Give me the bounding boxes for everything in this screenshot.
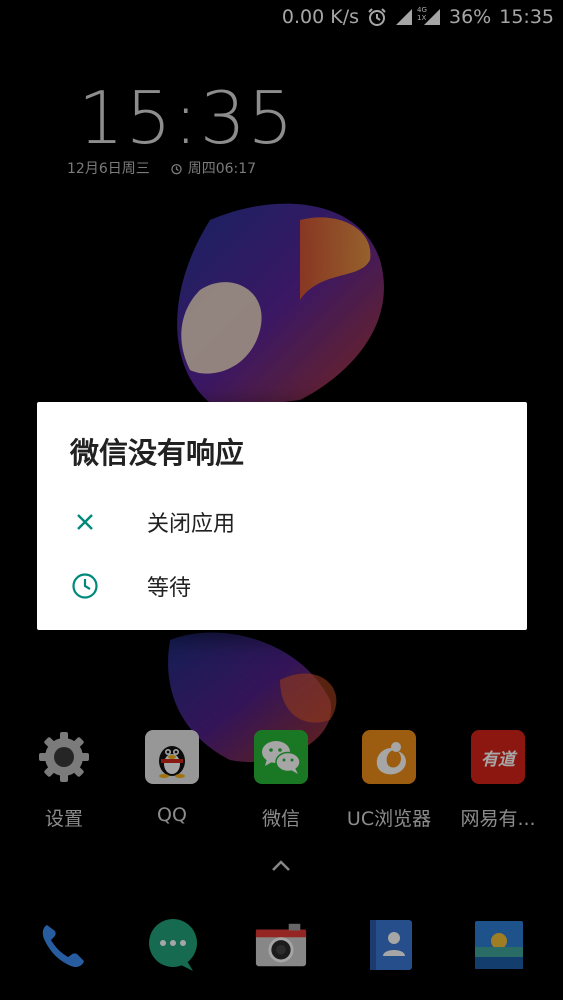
wait-option[interactable]: 等待 [37,554,527,618]
wait-label: 等待 [147,576,192,601]
close-app-label: 关闭应用 [147,512,236,537]
close-icon [70,507,100,537]
clock-icon [70,571,100,601]
dialog-title: 微信没有响应 [70,436,245,470]
app-not-responding-dialog: 微信没有响应 关闭应用 等待 [37,402,527,630]
close-app-option[interactable]: 关闭应用 [37,490,527,554]
